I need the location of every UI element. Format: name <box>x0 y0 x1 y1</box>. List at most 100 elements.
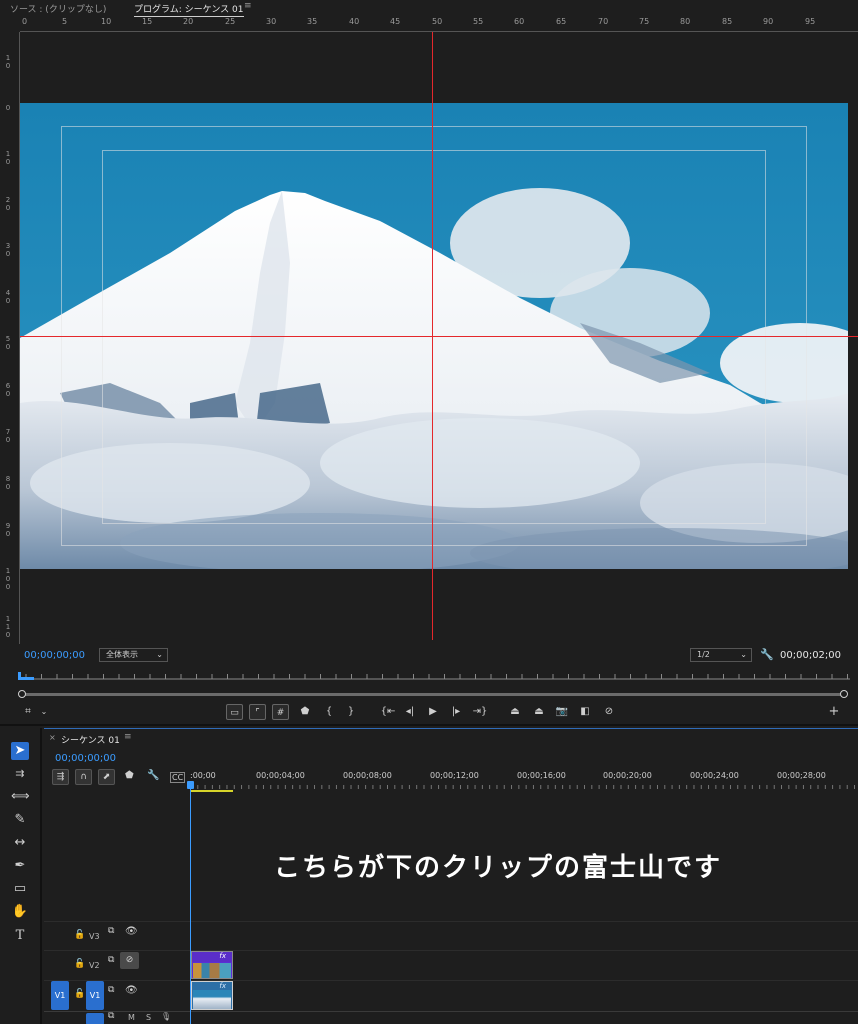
sync-lock-icon[interactable]: ⧉ <box>108 955 114 965</box>
ruler-label: 0 <box>5 104 11 112</box>
ruler-label: 1 0 <box>5 54 11 70</box>
ruler-label: 65 <box>556 17 567 26</box>
ruler-label: 1 1 0 <box>5 615 11 639</box>
linked-selection-icon[interactable]: ⬈ <box>98 769 115 785</box>
mark-out-icon[interactable]: } <box>344 704 358 720</box>
ruler-label: 30 <box>266 17 277 26</box>
clip-v1-mount-fuji[interactable]: fx <box>191 981 233 1010</box>
hand-tool-icon[interactable]: ✋ <box>11 903 29 921</box>
tab-sequence-01[interactable]: シーケンス 01 <box>61 733 120 746</box>
eye-icon[interactable]: 👁 <box>125 926 138 937</box>
timeline-settings-wrench-icon[interactable]: 🔧 <box>147 770 159 781</box>
zoom-level-dropdown[interactable]: 全体表示 ⌄ <box>99 648 168 662</box>
chevron-down-icon[interactable]: ⌄ <box>38 704 50 720</box>
playhead-marker[interactable] <box>18 672 34 680</box>
safe-margins-icon[interactable]: ▭ <box>226 704 243 720</box>
eye-icon[interactable]: 👁 <box>125 985 138 996</box>
step-forward-icon[interactable]: |▸ <box>448 704 464 720</box>
track-name[interactable]: V3 <box>89 932 100 941</box>
add-marker-icon[interactable]: ⬟ <box>298 704 312 720</box>
clip-v2[interactable]: fx <box>191 951 233 979</box>
comparison-view-icon[interactable]: ◧ <box>576 704 594 720</box>
add-marker-icon[interactable]: ⬟ <box>125 770 134 781</box>
ruler-label: 4 0 <box>5 289 11 305</box>
ruler-label: 6 0 <box>5 382 11 398</box>
ripple-edit-tool-icon[interactable]: ⟺ <box>11 788 30 806</box>
lock-track-icon[interactable]: 🔓 <box>74 930 85 940</box>
snap-magnet-icon[interactable]: ∩ <box>75 769 92 785</box>
tab-source[interactable]: ソース : (クリップなし) <box>10 2 106 15</box>
slip-tool-icon[interactable]: ↔ <box>11 834 29 852</box>
vertical-ruler[interactable]: 1 0 0 1 0 2 0 3 0 4 0 5 0 6 0 7 0 8 0 9 … <box>0 32 20 644</box>
target-track-v1[interactable]: V1 <box>86 981 104 1010</box>
ruler-label: 90 <box>763 17 774 26</box>
program-monitor-panel: ソース : (クリップなし) プログラム: シーケンス 01 ≡ 0 5 10 … <box>0 0 858 726</box>
playback-resolution-dropdown[interactable]: 1/2 ⌄ <box>690 648 752 662</box>
captions-icon[interactable]: CC <box>170 772 186 783</box>
nest-sequence-icon[interactable]: ⇶ <box>52 769 69 785</box>
horizontal-ruler[interactable]: 0 5 10 15 20 25 30 35 40 45 50 55 60 65 … <box>20 16 858 32</box>
lift-icon[interactable]: ⏏ <box>506 704 524 720</box>
zoom-scroll-left-handle[interactable] <box>18 690 26 698</box>
export-frame-icon[interactable]: 📷 <box>554 704 570 720</box>
step-back-icon[interactable]: ◂| <box>402 704 418 720</box>
target-track-a1[interactable] <box>86 1013 104 1024</box>
ruler-label: 55 <box>473 17 484 26</box>
playhead-timecode[interactable]: 00;00;00;00 <box>24 650 85 661</box>
go-to-in-icon[interactable]: {⇤ <box>380 704 396 720</box>
ruler-label: 5 0 <box>5 335 11 351</box>
timeline-time-ruler[interactable]: :00;00 00;00;04;00 00;00;08;00 00;00;12;… <box>190 769 858 793</box>
grid-icon[interactable]: # <box>272 704 289 720</box>
mute-track-button[interactable]: M <box>128 1013 135 1022</box>
time-ruler-scrubber[interactable] <box>20 666 850 680</box>
go-to-out-icon[interactable]: ⇥} <box>471 704 489 720</box>
type-tool-icon[interactable]: T <box>11 927 29 945</box>
selection-tool-icon[interactable]: ➤ <box>11 742 29 760</box>
vr-video-icon[interactable]: ⊘ <box>600 704 618 720</box>
work-area-bar[interactable] <box>191 790 233 792</box>
close-tab-icon[interactable]: × <box>49 733 56 742</box>
overlay-icon[interactable]: ⌜ <box>249 704 266 720</box>
settings-wrench-icon[interactable]: 🔧 <box>760 648 774 661</box>
sync-lock-icon[interactable]: ⧉ <box>108 926 114 936</box>
sync-lock-icon[interactable]: ⧉ <box>108 1011 114 1021</box>
solo-track-button[interactable]: S <box>146 1013 151 1022</box>
settings-menu-icon[interactable]: ⌗ <box>20 704 36 720</box>
lock-track-icon[interactable]: 🔓 <box>74 989 85 999</box>
timeline-playhead-line[interactable] <box>190 783 191 1024</box>
resolution-value: 1/2 <box>697 650 710 659</box>
pen-tool-icon[interactable]: ✒ <box>11 857 29 875</box>
ruler-ticks <box>190 783 858 789</box>
rectangle-tool-icon[interactable]: ▭ <box>11 880 29 898</box>
panel-menu-icon[interactable]: ≡ <box>124 732 132 742</box>
timeline-playhead-timecode[interactable]: 00;00;00;00 <box>55 753 116 764</box>
sync-lock-icon[interactable]: ⧉ <box>108 985 114 995</box>
mark-in-icon[interactable]: { <box>322 704 336 720</box>
ruler-label: 80 <box>680 17 691 26</box>
panel-menu-icon[interactable]: ≡ <box>244 1 252 11</box>
eye-hidden-icon[interactable]: ⊘ <box>120 952 139 969</box>
extract-icon[interactable]: ⏏ <box>530 704 548 720</box>
vertical-guide-line[interactable] <box>432 32 433 640</box>
source-patch-v1[interactable]: V1 <box>51 981 69 1010</box>
microphone-icon[interactable]: 🎙 <box>161 1012 171 1021</box>
tab-program-sequence[interactable]: プログラム: シーケンス 01 <box>134 2 244 17</box>
lock-track-icon[interactable]: 🔓 <box>74 959 85 969</box>
play-icon[interactable]: ▶ <box>425 704 441 720</box>
ruler-label: 8 0 <box>5 475 11 491</box>
zoom-scroll-right-handle[interactable] <box>840 690 848 698</box>
ruler-label: 00;00;20;00 <box>603 771 652 780</box>
clip-thumbnail <box>193 990 231 1009</box>
zoom-level-value: 全体表示 <box>106 650 138 659</box>
ruler-label: 00;00;08;00 <box>343 771 392 780</box>
track-name[interactable]: V2 <box>89 961 100 970</box>
button-editor-add-icon[interactable]: + <box>826 704 842 720</box>
monitor-tab-bar: ソース : (クリップなし) プログラム: シーケンス 01 ≡ <box>0 0 858 17</box>
razor-tool-icon[interactable]: ✎ <box>11 811 29 829</box>
ruler-label: 3 0 <box>5 242 11 258</box>
ruler-label: 7 0 <box>5 428 11 444</box>
horizontal-guide-line[interactable] <box>20 336 858 337</box>
tools-panel: ➤ ⇉ ⟺ ✎ ↔ ✒ ▭ ✋ T <box>0 728 42 1024</box>
zoom-scroll-bar[interactable] <box>22 693 844 696</box>
track-select-tool-icon[interactable]: ⇉ <box>11 765 29 783</box>
